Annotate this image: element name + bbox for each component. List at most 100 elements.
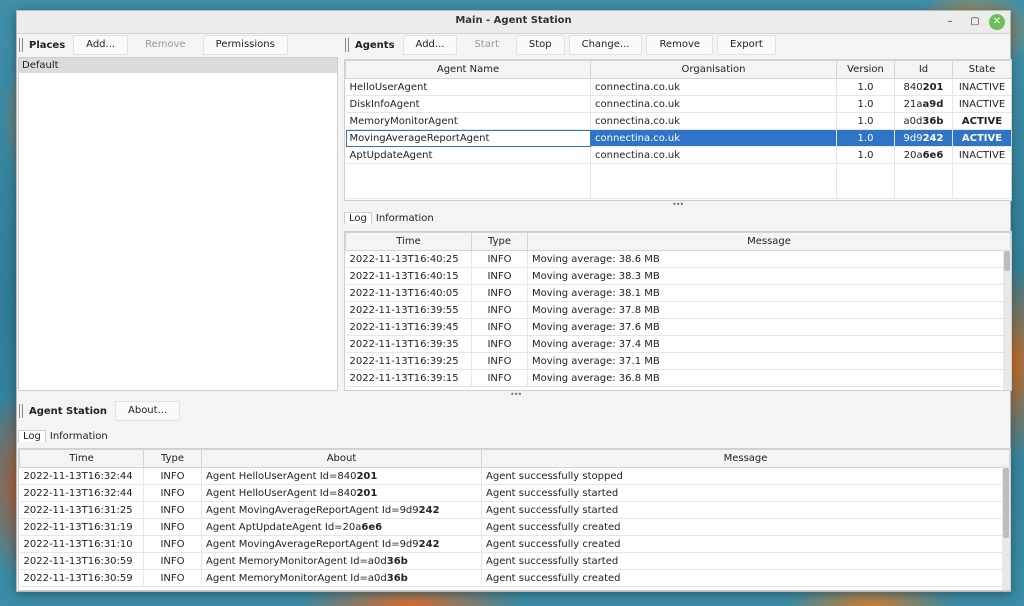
tab-station-information[interactable]: Information xyxy=(46,431,112,442)
agent-name-cell: HelloUserAgent xyxy=(345,78,591,96)
agents-empty-row xyxy=(345,163,1011,199)
toolbar-grip-icon[interactable] xyxy=(345,38,349,52)
agent-id-prefix: a0d xyxy=(903,115,923,127)
agent-row[interactable]: AptUpdateAgent connectina.co.uk 1.0 20a6e6 I… xyxy=(345,146,1011,164)
agent-row[interactable]: HelloUserAgent connectina.co.uk 1.0 840201 I… xyxy=(345,78,1011,96)
agents-column-header[interactable]: Agent Name xyxy=(345,60,591,79)
agents-column-header[interactable]: Organisation xyxy=(590,60,837,79)
agent-log-row[interactable]: 2022-11-13T16:40:05 INFO Moving average: 3… xyxy=(345,284,1011,302)
agent-id-suffix: 242 xyxy=(922,132,944,144)
log-message-cell: Agent successfully created xyxy=(481,535,1010,553)
agents-table: Agent Name Organisation Version Id State Hel… xyxy=(345,60,1011,199)
log-about-text: Agent AptUpdateAgent Id=20a xyxy=(206,521,362,533)
places-remove-button[interactable]: Remove xyxy=(132,35,199,55)
log-about-cell: Agent MovingAverageReportAgent Id=9d9242 xyxy=(201,501,482,519)
minimize-button[interactable]: – xyxy=(942,14,958,30)
toolbar-grip-icon[interactable] xyxy=(19,404,23,418)
agent-log-column-header[interactable]: Message xyxy=(527,232,1011,251)
log-message-cell: Agent successfully stopped xyxy=(481,467,1010,485)
agent-id-prefix: 9d9 xyxy=(903,132,923,144)
main-window: Main - Agent Station – ▢ ✕ Places Add...… xyxy=(16,10,1012,592)
places-list-item[interactable]: Default xyxy=(19,58,337,73)
agent-id-cell: a0d36b xyxy=(894,112,953,130)
log-time-cell: 2022-11-13T16:39:35 xyxy=(345,335,472,353)
station-log-row[interactable]: 2022-11-13T16:32:44 INFO Agent HelloUserAg… xyxy=(19,467,1010,485)
agent-id-cell: 20a6e6 xyxy=(894,146,953,164)
maximize-button[interactable]: ▢ xyxy=(967,14,983,30)
station-log-row[interactable]: 2022-11-13T16:31:10 INFO Agent MovingAvera… xyxy=(19,535,1010,553)
agent-org-cell: connectina.co.uk xyxy=(590,112,837,130)
agents-stop-button[interactable]: Stop xyxy=(515,35,565,55)
agent-log-row[interactable]: 2022-11-13T16:39:15 INFO Moving average: 3… xyxy=(345,369,1011,387)
log-time-cell: 2022-11-13T16:39:45 xyxy=(345,318,472,336)
agents-column-header[interactable]: State xyxy=(952,60,1011,79)
agents-splitter-handle[interactable]: ••• xyxy=(672,200,684,209)
station-log-row[interactable]: 2022-11-13T16:32:44 INFO Agent HelloUserAg… xyxy=(19,484,1010,502)
station-log-column-header[interactable]: Time xyxy=(19,449,144,468)
agent-org-cell: connectina.co.uk xyxy=(590,146,837,164)
agents-table-panel: Agent Name Organisation Version Id State Hel… xyxy=(344,59,1012,201)
agent-log-row[interactable]: 2022-11-13T16:40:25 INFO Moving average: 3… xyxy=(345,250,1011,268)
station-log-row[interactable]: 2022-11-13T16:30:59 INFO Agent MemoryMonit… xyxy=(19,552,1010,570)
about-button[interactable]: About... xyxy=(115,401,181,421)
agent-row[interactable]: DiskInfoAgent connectina.co.uk 1.0 21aa9d IN… xyxy=(345,95,1011,113)
log-about-id-suffix: 36b xyxy=(386,572,408,584)
log-type-cell: INFO xyxy=(471,267,528,285)
station-log-row[interactable]: 2022-11-13T16:31:25 INFO Agent MovingAvera… xyxy=(19,501,1010,519)
agents-export-button[interactable]: Export xyxy=(717,35,776,55)
main-splitter-handle[interactable]: ••• xyxy=(510,390,522,399)
agent-log-column-header[interactable]: Time xyxy=(345,232,472,251)
agent-log-scrollbar-thumb[interactable] xyxy=(1004,251,1010,271)
tab-agent-log[interactable]: Log xyxy=(344,212,372,224)
station-log-column-header[interactable]: About xyxy=(201,449,482,468)
agents-change-button[interactable]: Change... xyxy=(568,35,643,55)
agents-start-button[interactable]: Start xyxy=(461,35,511,55)
log-about-cell: Agent AptUpdateAgent Id=20a6e6 xyxy=(201,518,482,536)
log-time-cell: 2022-11-13T16:40:15 xyxy=(345,267,472,285)
tab-agent-information[interactable]: Information xyxy=(372,213,438,224)
agent-state-cell: INACTIVE xyxy=(952,95,1011,113)
agent-log-row[interactable]: 2022-11-13T16:40:15 INFO Moving average: 3… xyxy=(345,267,1011,285)
agents-add-button[interactable]: Add... xyxy=(402,35,458,55)
places-permissions-button[interactable]: Permissions xyxy=(202,35,288,55)
tab-station-log[interactable]: Log xyxy=(18,430,46,442)
places-list: Default xyxy=(18,57,338,391)
log-type-cell: INFO xyxy=(471,369,528,387)
log-time-cell: 2022-11-13T16:39:55 xyxy=(345,301,472,319)
station-log-column-header[interactable]: Message xyxy=(481,449,1010,468)
toolbar-grip-icon[interactable] xyxy=(19,38,23,52)
station-log-row[interactable]: 2022-11-13T16:31:19 INFO Agent AptUpdateAg… xyxy=(19,518,1010,536)
agent-log-row[interactable]: 2022-11-13T16:39:35 INFO Moving average: 3… xyxy=(345,335,1011,353)
station-title: Agent Station xyxy=(29,405,107,417)
log-about-text: Agent MemoryMonitorAgent Id=a0d xyxy=(206,572,387,584)
agent-log-scrollbar[interactable] xyxy=(1003,249,1011,390)
agent-log-row[interactable]: 2022-11-13T16:39:45 INFO Moving average: 3… xyxy=(345,318,1011,336)
log-type-cell: INFO xyxy=(471,318,528,336)
places-add-button[interactable]: Add... xyxy=(73,35,129,55)
agent-log-row[interactable]: 2022-11-13T16:39:55 INFO Moving average: 3… xyxy=(345,301,1011,319)
agents-remove-button[interactable]: Remove xyxy=(646,35,714,55)
log-about-cell: Agent MovingAverageReportAgent Id=9d9242 xyxy=(201,535,482,553)
agent-id-cell: 840201 xyxy=(894,78,953,96)
agents-column-header[interactable]: Id xyxy=(894,60,953,79)
log-about-id-suffix: 201 xyxy=(356,470,378,482)
log-time-cell: 2022-11-13T16:31:25 xyxy=(19,501,144,519)
agent-log-row[interactable]: 2022-11-13T16:39:25 INFO Moving average: 3… xyxy=(345,352,1011,370)
station-log-scrollbar[interactable] xyxy=(1002,466,1010,590)
agent-name-cell: MovingAverageReportAgent xyxy=(345,129,591,147)
station-log-row[interactable]: 2022-11-13T16:30:59 INFO Agent MemoryMonit… xyxy=(19,569,1010,587)
log-type-cell: INFO xyxy=(143,518,202,536)
agent-row[interactable]: MemoryMonitorAgent connectina.co.uk 1.0 a0d… xyxy=(345,112,1011,130)
close-button[interactable]: ✕ xyxy=(989,14,1005,30)
agent-row[interactable]: MovingAverageReportAgent connectina.co.uk… xyxy=(345,129,1011,147)
log-type-cell: INFO xyxy=(471,352,528,370)
title-bar[interactable]: Main - Agent Station – ▢ ✕ xyxy=(17,11,1010,34)
station-log-scrollbar-thumb[interactable] xyxy=(1003,468,1009,538)
log-time-cell: 2022-11-13T16:40:25 xyxy=(345,250,472,268)
agent-log-column-header[interactable]: Type xyxy=(471,232,528,251)
log-about-text: Agent HelloUserAgent Id=840 xyxy=(206,487,357,499)
station-log-column-header[interactable]: Type xyxy=(143,449,202,468)
log-message-cell: Moving average: 37.6 MB xyxy=(527,318,1011,336)
log-message-cell: Moving average: 37.4 MB xyxy=(527,335,1011,353)
agents-column-header[interactable]: Version xyxy=(836,60,895,79)
